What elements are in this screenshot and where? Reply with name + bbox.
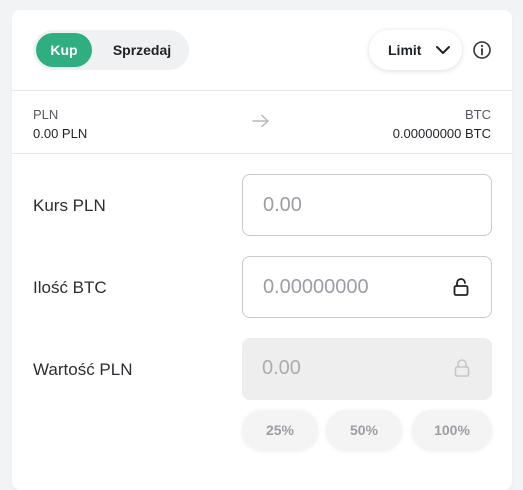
chevron-down-icon <box>436 46 450 54</box>
divider <box>12 153 512 154</box>
order-type-dropdown[interactable]: Limit <box>369 30 462 70</box>
arrow-right-icon <box>252 114 269 128</box>
from-currency-balance: 0.00 PLN <box>33 126 88 141</box>
value-label: Wartość PLN <box>33 360 133 379</box>
order-type-label: Limit <box>388 42 422 58</box>
rate-field <box>242 174 492 236</box>
percent-50-button[interactable]: 50% <box>326 410 402 450</box>
rate-input[interactable] <box>263 175 443 235</box>
info-icon[interactable] <box>472 40 492 60</box>
rate-label: Kurs PLN <box>33 196 106 215</box>
amount-label: Ilość BTC <box>33 278 107 297</box>
to-currency-code: BTC <box>465 107 491 122</box>
from-currency: PLN 0.00 PLN <box>33 106 87 143</box>
from-currency-code: PLN <box>33 107 59 122</box>
value-field <box>242 338 492 400</box>
to-currency-balance: 0.00000000 BTC <box>392 126 491 141</box>
value-input <box>262 338 442 398</box>
unlock-icon[interactable] <box>452 277 470 297</box>
buy-tab[interactable]: Kup <box>36 33 92 67</box>
to-currency: BTC 0.00000000 BTC <box>393 106 491 143</box>
lock-icon <box>454 359 470 377</box>
amount-input[interactable] <box>263 257 443 317</box>
order-form-card: Kup Sprzedaj Limit PLN 0.00 PLN BTC 0.00… <box>12 10 512 490</box>
amount-field <box>242 256 492 318</box>
divider <box>12 90 512 91</box>
percent-100-button[interactable]: 100% <box>412 410 492 450</box>
buy-sell-toggle: Kup Sprzedaj <box>33 30 189 70</box>
sell-tab[interactable]: Sprzedaj <box>99 33 185 67</box>
percent-25-button[interactable]: 25% <box>242 410 318 450</box>
